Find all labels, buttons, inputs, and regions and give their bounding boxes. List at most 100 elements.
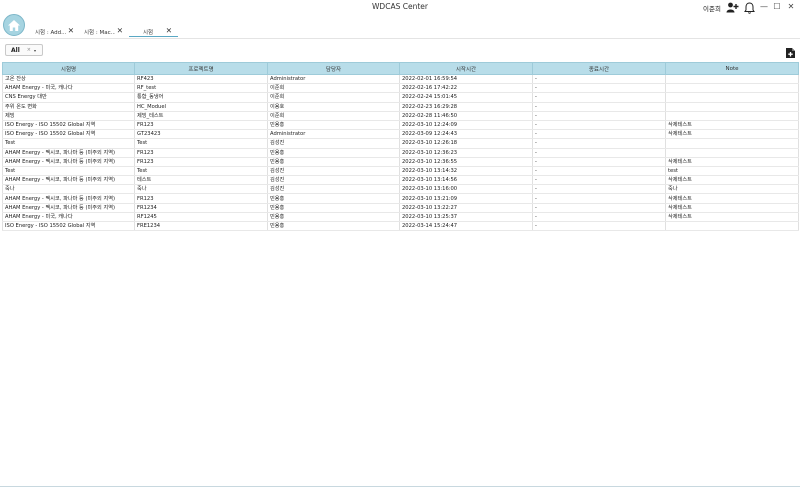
cell-owner[interactable]: 이용호 [267, 102, 400, 112]
cell-owner[interactable]: 민용홍 [267, 148, 400, 158]
maximize-button[interactable]: ☐ [770, 1, 784, 13]
cell-note[interactable]: 죽나 [665, 184, 799, 195]
minimize-button[interactable]: — [757, 1, 771, 13]
cell-test-name[interactable]: 주위 온도 변화 [2, 102, 135, 112]
cell-test-name[interactable]: Test [2, 138, 135, 149]
cell-start-time[interactable]: 2022-02-24 15:01:45 [399, 92, 533, 103]
cell-start-time[interactable]: 2022-03-10 12:36:23 [399, 148, 533, 158]
column-header-start-time[interactable]: 시작시간 [399, 62, 533, 75]
cell-test-name[interactable]: 제빙 [2, 111, 135, 121]
close-button[interactable]: ✕ [784, 1, 798, 13]
add-user-icon[interactable] [725, 1, 739, 14]
cell-test-name[interactable]: AHAM Energy - 미국, 캐나다 [2, 83, 135, 94]
cell-note[interactable]: 삭제테스트 [665, 157, 799, 167]
table-row[interactable]: Test Test 김성진 2022-03-10 13:14:32- test [2, 166, 799, 177]
cell-owner[interactable]: 김성진 [267, 184, 400, 195]
cell-end-time[interactable]: - [532, 203, 666, 213]
column-header-owner[interactable]: 담당자 [267, 62, 400, 75]
cell-start-time[interactable]: 2022-03-10 13:21:09 [399, 193, 533, 204]
home-button[interactable] [3, 14, 25, 36]
cell-project-name[interactable]: 테스트 [134, 175, 268, 186]
cell-start-time[interactable]: 2022-03-10 13:16:00 [399, 184, 533, 195]
cell-owner[interactable]: 김성진 [267, 138, 400, 149]
cell-start-time[interactable]: 2022-03-14 15:24:47 [399, 221, 533, 232]
cell-project-name[interactable]: FR123 [134, 148, 268, 158]
cell-note[interactable]: 삭제테스트 [665, 175, 799, 186]
cell-owner[interactable]: 민용홍 [267, 157, 400, 167]
clear-filter-icon[interactable]: × [27, 47, 31, 53]
cell-test-name[interactable]: ISO Energy - ISO 15502 Global 지역 [2, 221, 135, 232]
table-row[interactable]: 주위 온도 변화 HC_Moduel 이용호 2022-02-23 16:29:28- [2, 102, 799, 112]
cell-start-time[interactable]: 2022-03-10 12:36:55 [399, 157, 533, 167]
cell-note[interactable]: 삭제테스트 [665, 120, 799, 131]
cell-end-time[interactable]: - [532, 212, 666, 223]
cell-start-time[interactable]: 2022-03-10 13:25:37 [399, 212, 533, 223]
cell-start-time[interactable]: 2022-02-01 16:59:54 [399, 74, 533, 85]
cell-start-time[interactable]: 2022-02-28 11:46:50 [399, 111, 533, 121]
cell-project-name[interactable]: Test [134, 138, 268, 149]
cell-project-name[interactable]: FR123 [134, 120, 268, 131]
tab-test-add[interactable]: 시험 : Add... ✕ [31, 25, 80, 37]
cell-owner[interactable]: 이준희 [267, 92, 400, 103]
cell-project-name[interactable]: 통합_동냉어 [134, 92, 268, 103]
cell-end-time[interactable]: - [532, 83, 666, 94]
user-name[interactable]: 이준희 [703, 3, 721, 13]
cell-note[interactable]: 삭제테스트 [665, 203, 799, 213]
cell-start-time[interactable]: 2022-03-09 12:24:43 [399, 129, 533, 140]
cell-note[interactable] [665, 102, 799, 112]
cell-start-time[interactable]: 2022-03-10 13:14:56 [399, 175, 533, 186]
cell-end-time[interactable]: - [532, 129, 666, 140]
cell-test-name[interactable]: 고온 잔상 [2, 74, 135, 85]
cell-start-time[interactable]: 2022-03-10 12:26:18 [399, 138, 533, 149]
cell-test-name[interactable]: AHAM Energy - 멕시코, 파나마 등 (미주외 지역) [2, 193, 135, 204]
cell-start-time[interactable]: 2022-03-10 13:22:27 [399, 203, 533, 213]
cell-owner[interactable]: 민용홍 [267, 212, 400, 223]
cell-end-time[interactable]: - [532, 111, 666, 121]
cell-test-name[interactable]: AHAM Energy - 미국, 캐나다 [2, 212, 135, 223]
cell-note[interactable] [665, 221, 799, 232]
cell-note[interactable] [665, 148, 799, 158]
cell-start-time[interactable]: 2022-03-10 13:14:32 [399, 166, 533, 177]
table-row[interactable]: ISO Energy - ISO 15502 Global 지역 FR123 민용홍… [2, 120, 799, 131]
table-row[interactable]: AHAM Energy - 멕시코, 파나마 등 (미주외 지역) 테스트 김성진 2… [2, 175, 799, 186]
cell-project-name[interactable]: FR123 [134, 157, 268, 167]
cell-owner[interactable]: 민용홍 [267, 193, 400, 204]
cell-note[interactable] [665, 74, 799, 85]
cell-owner[interactable]: 민용홍 [267, 221, 400, 232]
cell-start-time[interactable]: 2022-03-10 12:24:09 [399, 120, 533, 131]
cell-project-name[interactable]: RF423 [134, 74, 268, 85]
cell-note[interactable] [665, 138, 799, 149]
cell-note[interactable] [665, 83, 799, 94]
cell-end-time[interactable]: - [532, 193, 666, 204]
cell-end-time[interactable]: - [532, 92, 666, 103]
cell-test-name[interactable]: AHAM Energy - 멕시코, 파나마 등 (미주외 지역) [2, 157, 135, 167]
cell-project-name[interactable]: FRE1234 [134, 221, 268, 232]
cell-project-name[interactable]: 죽나 [134, 184, 268, 195]
cell-end-time[interactable]: - [532, 148, 666, 158]
bell-icon[interactable] [743, 1, 755, 14]
cell-test-name[interactable]: CNS Energy 대만 [2, 92, 135, 103]
cell-test-name[interactable]: 죽나 [2, 184, 135, 195]
table-row[interactable]: AHAM Energy - 멕시코, 파나마 등 (미주외 지역) FR1234 민… [2, 203, 799, 213]
filter-dropdown[interactable]: All × ▾ [5, 44, 43, 56]
cell-test-name[interactable]: Test [2, 166, 135, 177]
cell-end-time[interactable]: - [532, 221, 666, 232]
table-row[interactable]: AHAM Energy - 멕시코, 파나마 등 (미주외 지역) FR123 민용… [2, 193, 799, 204]
table-row[interactable]: CNS Energy 대만 통합_동냉어 이준희 2022-02-24 15:01:4… [2, 92, 799, 103]
cell-test-name[interactable]: ISO Energy - ISO 15502 Global 지역 [2, 120, 135, 131]
cell-end-time[interactable]: - [532, 157, 666, 167]
cell-project-name[interactable]: RF_test [134, 83, 268, 94]
cell-project-name[interactable]: RF1245 [134, 212, 268, 223]
cell-project-name[interactable]: HC_Moduel [134, 102, 268, 112]
cell-end-time[interactable]: - [532, 102, 666, 112]
cell-project-name[interactable]: FR123 [134, 193, 268, 204]
cell-end-time[interactable]: - [532, 166, 666, 177]
cell-test-name[interactable]: AHAM Energy - 멕시코, 파나마 등 (미주외 지역) [2, 148, 135, 158]
cell-owner[interactable]: 이준희 [267, 111, 400, 121]
tab-test-mac[interactable]: 시험 : Mac... ✕ [80, 25, 129, 37]
cell-end-time[interactable]: - [532, 138, 666, 149]
column-header-test-name[interactable]: 시험명 [2, 62, 135, 75]
close-icon[interactable]: ✕ [117, 26, 123, 35]
cell-note[interactable]: 삭제테스트 [665, 212, 799, 223]
cell-owner[interactable]: 민용홍 [267, 120, 400, 131]
